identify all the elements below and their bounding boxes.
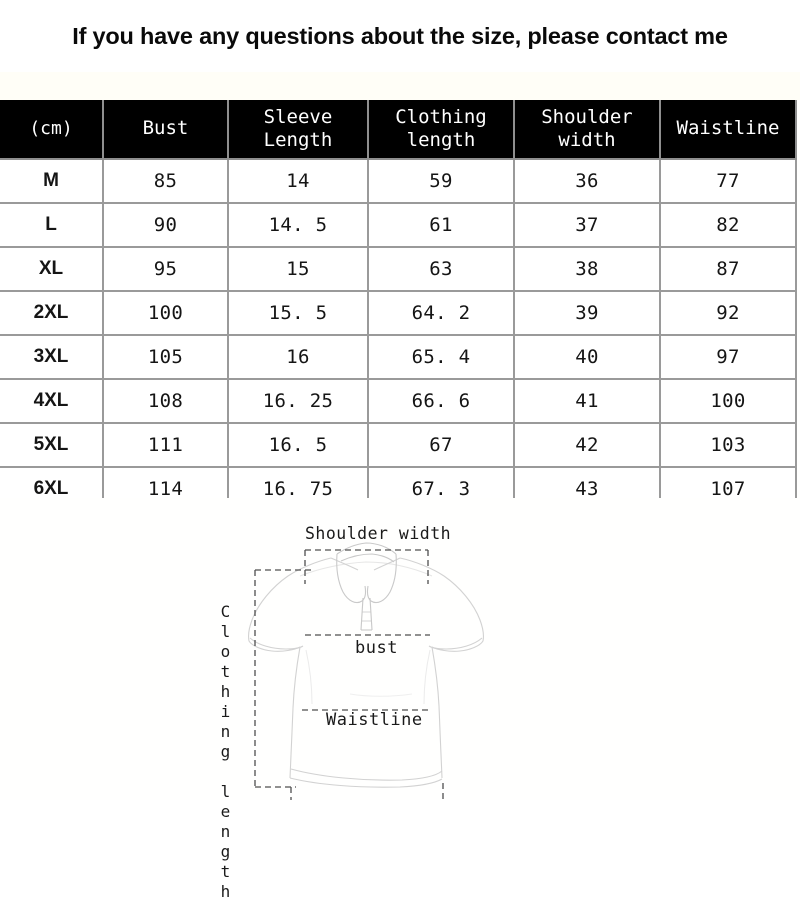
column-header-sleeve-length: Sleeve Length [228,100,369,160]
button-placket [360,597,373,631]
measurement-cell: 77 [660,159,797,204]
column-header-waistline: Waistline [660,100,797,160]
measurement-cell: 82 [660,203,797,248]
measurement-cell: 39 [514,291,661,336]
measurement-cell: 95 [103,247,229,292]
measurement-cell: 41 [514,379,661,424]
size-label-cell: M [0,159,104,204]
column-header-bust: Bust [103,100,229,160]
size-label-cell: 4XL [0,379,104,424]
table-header-row: (cm) Bust Sleeve Length Clothing length … [0,100,797,160]
size-label-cell: XL [0,247,104,292]
measurement-cell: 61 [368,203,515,248]
measurement-cell: 14 [228,159,369,204]
table-row: M 85 14 59 36 77 [0,159,797,204]
table-row: L 90 14. 5 61 37 82 [0,203,797,248]
measurement-cell: 40 [514,335,661,380]
measurement-cell: 108 [103,379,229,424]
column-header-unit: (cm) [0,100,104,160]
measurement-cell: 63 [368,247,515,292]
size-label-cell: 5XL [0,423,104,468]
measurement-cell: 16 [228,335,369,380]
size-chart-table: (cm) Bust Sleeve Length Clothing length … [0,100,797,512]
waistline-label: Waistline [326,710,423,730]
polo-collar [336,542,397,604]
fabric-shading [305,649,431,705]
title-bar: If you have any questions about the size… [0,0,800,72]
measurement-cell: 66. 6 [368,379,515,424]
measurement-cell: 97 [660,335,797,380]
measurement-cell: 59 [368,159,515,204]
measurement-cell: 92 [660,291,797,336]
measurement-cell: 65. 4 [368,335,515,380]
measurement-cell: 85 [103,159,229,204]
measurement-cell: 100 [103,291,229,336]
shoulder-width-label: Shoulder width [305,524,452,543]
table-row: 3XL 105 16 65. 4 40 97 [0,335,797,380]
measurement-cell: 16. 5 [228,423,369,468]
size-label-cell: 3XL [0,335,104,380]
garment-diagram: Shoulder width bust Waistline Clothing l… [0,498,800,902]
measurement-cell: 111 [103,423,229,468]
measurement-cell: 15. 5 [228,291,369,336]
column-header-clothing-length: Clothing length [368,100,515,160]
measurement-cell: 100 [660,379,797,424]
measurement-cell: 103 [660,423,797,468]
title-underband [0,72,800,100]
measurement-cell: 90 [103,203,229,248]
table-row: 4XL 108 16. 25 66. 6 41 100 [0,379,797,424]
clothing-length-label: Clothing length [216,602,235,902]
measurement-cell: 42 [514,423,661,468]
measurement-cell: 67 [368,423,515,468]
table-body: M 85 14 59 36 77 L 90 14. 5 61 37 82 XL 95 15 63 38 87 2XL… [0,159,797,512]
measurement-cell: 37 [514,203,661,248]
measurement-cell: 16. 25 [228,379,369,424]
table-row: 5XL 111 16. 5 67 42 103 [0,423,797,468]
polo-shirt-illustration [248,542,484,800]
bust-label: bust [355,638,398,658]
measurement-cell: 64. 2 [368,291,515,336]
size-label-cell: 2XL [0,291,104,336]
column-header-shoulder-width: Shoulder width [514,100,661,160]
measurement-cell: 15 [228,247,369,292]
page-title: If you have any questions about the size… [72,22,728,49]
measurement-cell: 36 [514,159,661,204]
table-row: XL 95 15 63 38 87 [0,247,797,292]
table-row: 2XL 100 15. 5 64. 2 39 92 [0,291,797,336]
measurement-cell: 38 [514,247,661,292]
size-label-cell: L [0,203,104,248]
measurement-guides [254,549,444,800]
measurement-cell: 87 [660,247,797,292]
measurement-cell: 105 [103,335,229,380]
measurement-cell: 14. 5 [228,203,369,248]
